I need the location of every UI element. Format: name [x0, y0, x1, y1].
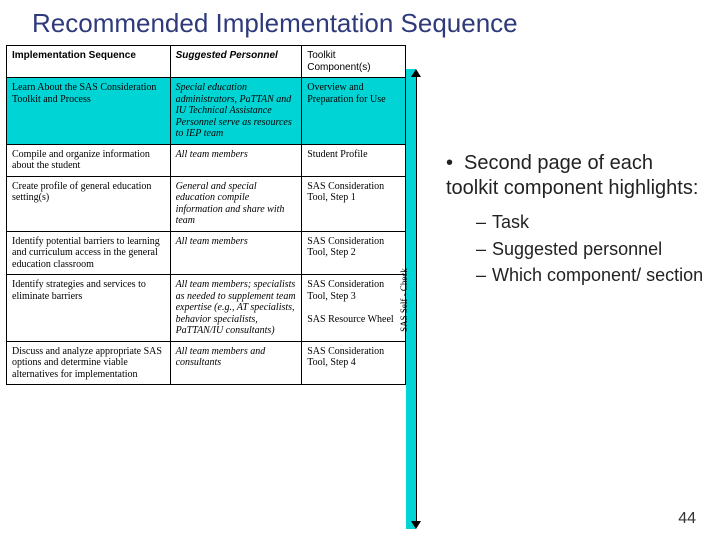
- table-wrap: SAS Self - Check Implementation Sequence…: [6, 45, 406, 385]
- bullet-main: •Second page of each toolkit component h…: [446, 151, 706, 201]
- table-header-row: Implementation Sequence Suggested Person…: [7, 46, 406, 78]
- cell: Create profile of general education sett…: [7, 176, 171, 231]
- cell: Identify potential barriers to learning …: [7, 231, 171, 275]
- self-check-label: SAS Self - Check: [399, 268, 409, 332]
- cell: All team members and consultants: [170, 341, 302, 385]
- header-col2: Suggested Personnel: [170, 46, 302, 78]
- arrow-up-icon: [411, 69, 421, 77]
- bullet-sub-text: Which component/ section: [492, 265, 703, 285]
- bullet-main-text: Second page of each toolkit component hi…: [446, 152, 698, 199]
- cell: Learn About the SAS Consideration Toolki…: [7, 78, 171, 145]
- cell: All team members: [170, 144, 302, 176]
- sequence-table: Implementation Sequence Suggested Person…: [6, 45, 406, 385]
- cell: SAS Consideration Tool, Step 2: [302, 231, 406, 275]
- arrow-down-icon: [411, 521, 421, 529]
- bullet-sub-text: Task: [492, 212, 529, 232]
- header-col3: Toolkit Component(s): [302, 46, 406, 78]
- bullet-sub-text: Suggested personnel: [492, 239, 662, 259]
- content-area: SAS Self - Check Implementation Sequence…: [0, 45, 720, 385]
- cell: General and special education compile in…: [170, 176, 302, 231]
- table-row: Discuss and analyze appropriate SAS opti…: [7, 341, 406, 385]
- table-row: Create profile of general education sett…: [7, 176, 406, 231]
- bullet-dot-icon: •: [446, 151, 464, 176]
- cell: All team members: [170, 231, 302, 275]
- cell: SAS Consideration Tool, Step 3 SAS Resou…: [302, 275, 406, 342]
- bullet-sub: –Which component/ section: [476, 264, 706, 287]
- cell: Discuss and analyze appropriate SAS opti…: [7, 341, 171, 385]
- slide-title: Recommended Implementation Sequence: [0, 0, 720, 45]
- bullet-sub: –Task: [476, 211, 706, 234]
- arrow-line: [416, 77, 417, 521]
- dash-icon: –: [476, 264, 492, 287]
- header-col1: Implementation Sequence: [7, 46, 171, 78]
- table-row: Learn About the SAS Consideration Toolki…: [7, 78, 406, 145]
- cell: Compile and organize information about t…: [7, 144, 171, 176]
- cell: Student Profile: [302, 144, 406, 176]
- cell: Overview and Preparation for Use: [302, 78, 406, 145]
- bullet-sub: –Suggested personnel: [476, 238, 706, 261]
- cell: SAS Consideration Tool, Step 4: [302, 341, 406, 385]
- table-row: Identify potential barriers to learning …: [7, 231, 406, 275]
- cell: All team members; specialists as needed …: [170, 275, 302, 342]
- table-row: Compile and organize information about t…: [7, 144, 406, 176]
- page-number: 44: [678, 510, 696, 528]
- dash-icon: –: [476, 211, 492, 234]
- dash-icon: –: [476, 238, 492, 261]
- table-row: Identify strategies and services to elim…: [7, 275, 406, 342]
- cell: Special education administrators, PaTTAN…: [170, 78, 302, 145]
- cell: Identify strategies and services to elim…: [7, 275, 171, 342]
- bullet-area: •Second page of each toolkit component h…: [446, 151, 706, 291]
- cell: SAS Consideration Tool, Step 1: [302, 176, 406, 231]
